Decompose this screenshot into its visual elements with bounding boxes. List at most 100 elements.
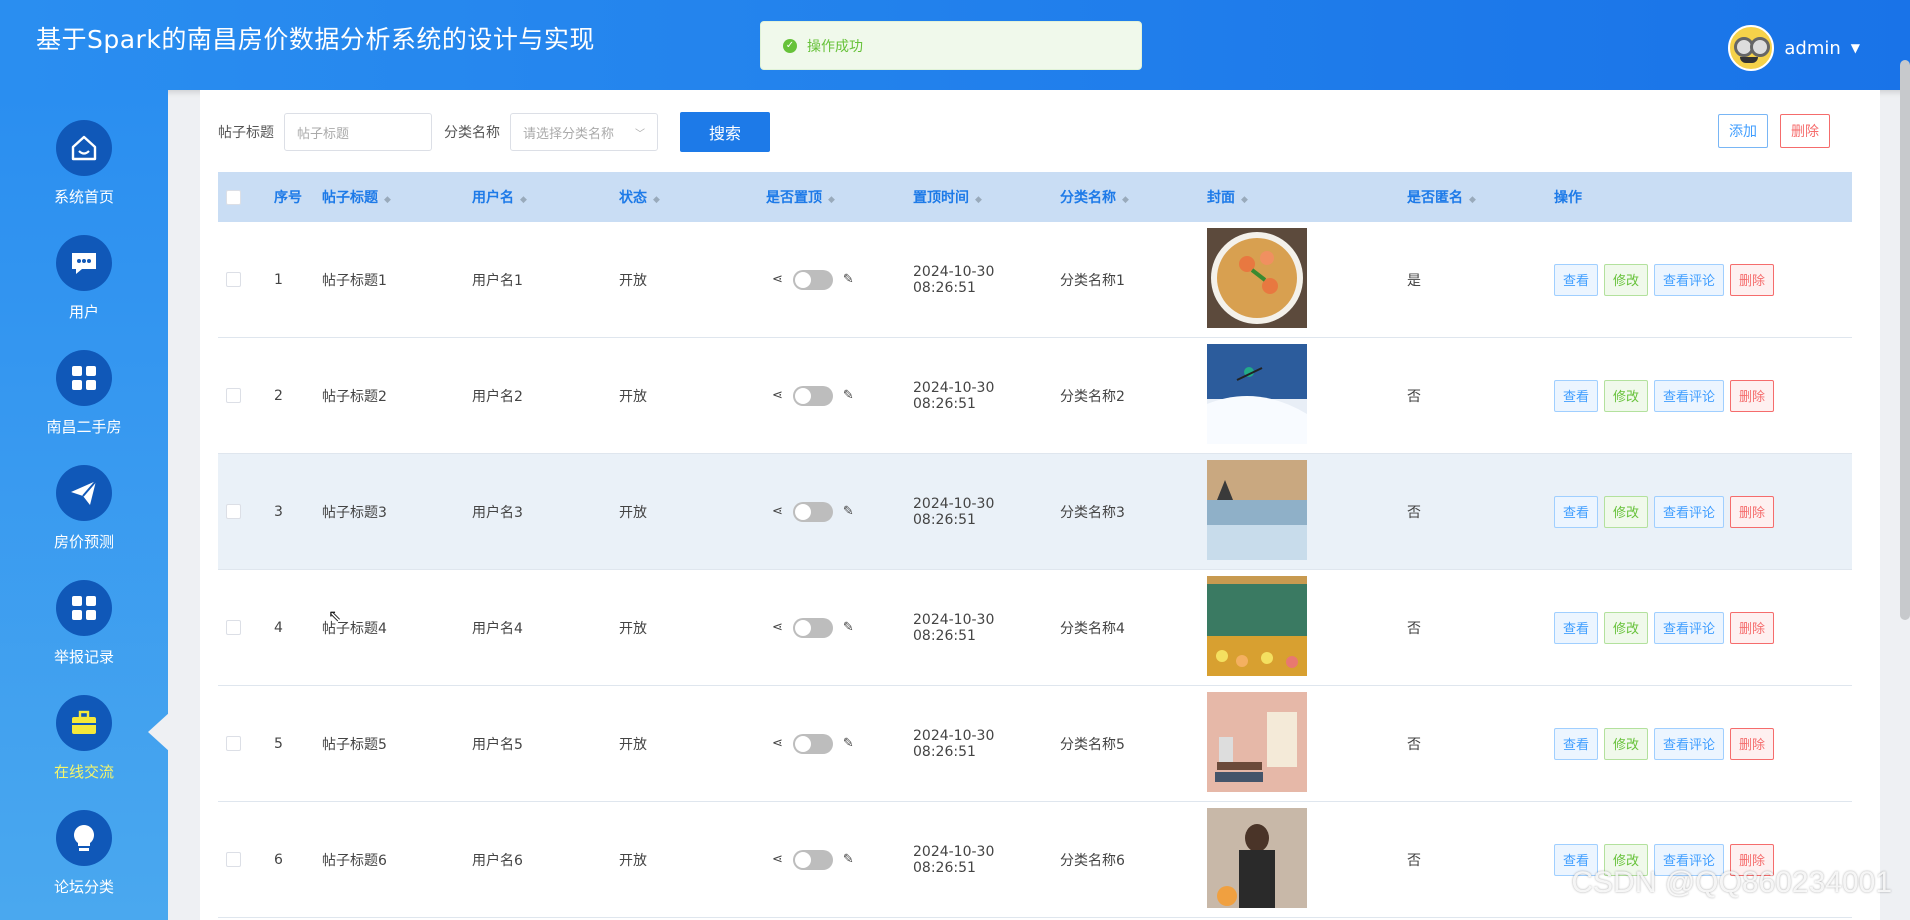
share-icon[interactable]: ⋖ [772,272,783,287]
edit-pencil-icon[interactable]: ✎ [843,620,854,635]
sidebar-item-label: 系统首页 [53,188,114,206]
avatar[interactable] [1728,25,1775,71]
edit-pencil-icon[interactable]: ✎ [843,388,854,403]
view-comments-button[interactable]: 查看评论 [1654,727,1725,760]
view-button[interactable]: 查看 [1554,263,1599,296]
row-checkbox[interactable] [226,504,241,519]
row-anonymous: 否 [1407,620,1421,637]
toast-message: 操作成功 [807,38,863,55]
csdn-watermark: CSDN @QQ860234001 [1571,866,1892,899]
table-actions: 添加 删除 [1718,114,1830,148]
page-scrollbar[interactable] [1900,60,1910,620]
edit-pencil-icon[interactable]: ✎ [843,272,854,287]
sidebar-item-home[interactable]: 系统首页 [0,120,168,230]
table-row: 1 帖子标题1 用户名1 开放 ⋖ ✎ 2024-10-30 08:26:51 分类名称1 是 查… [218,222,1852,338]
header-pin-time[interactable]: 置顶时间 ◆ [913,187,1060,207]
title-search-input[interactable]: 帖子标题 [284,113,432,151]
row-category: 分类名称5 [1060,736,1125,753]
header-user[interactable]: 用户名 ◆ [472,187,619,207]
row-checkbox[interactable] [226,620,241,635]
share-icon[interactable]: ⋖ [772,852,783,867]
view-button[interactable]: 查看 [1554,495,1599,528]
edit-button[interactable]: 修改 [1604,263,1649,296]
view-button[interactable]: 查看 [1554,611,1599,644]
view-button[interactable]: 查看 [1554,727,1599,760]
cover-image[interactable] [1207,459,1307,560]
category-select[interactable]: 请选择分类名称 ﹀ [510,113,658,151]
add-button[interactable]: 添加 [1718,114,1768,148]
grid-icon [56,580,112,636]
delete-button[interactable]: 删除 [1730,611,1775,644]
row-status: 开放 [619,504,647,521]
chat-icon [56,235,112,291]
header-cover[interactable]: 封面 ◆ [1207,187,1407,207]
sidebar: 系统首页 用户 南昌二手房 房价预测 举报记录 在线交流 论坛分类 [0,90,168,920]
row-pin-time: 2024-10-30 08:26:51 [913,611,995,644]
header-anonymous[interactable]: 是否匿名 ◆ [1407,187,1554,207]
view-comments-button[interactable]: 查看评论 [1654,263,1725,296]
batch-delete-button[interactable]: 删除 [1780,114,1830,148]
edit-pencil-icon[interactable]: ✎ [843,736,854,751]
user-name[interactable]: admin [1784,38,1840,59]
edit-button[interactable]: 修改 [1604,495,1649,528]
home-icon [56,120,112,176]
view-comments-button[interactable]: 查看评论 [1654,379,1725,412]
sidebar-item-houses[interactable]: 南昌二手房 [0,350,168,460]
cover-image[interactable] [1207,575,1307,676]
row-checkbox[interactable] [226,388,241,403]
sidebar-item-users[interactable]: 用户 [0,235,168,345]
cover-image[interactable] [1207,807,1307,908]
sidebar-item-prediction[interactable]: 房价预测 [0,465,168,575]
row-checkbox[interactable] [226,852,241,867]
pinned-toggle[interactable] [792,501,833,522]
pinned-toggle[interactable] [792,269,833,290]
edit-button[interactable]: 修改 [1604,379,1649,412]
pinned-toggle[interactable] [792,733,833,754]
row-checkbox[interactable] [226,272,241,287]
cover-image[interactable] [1207,691,1307,792]
success-toast: ✓ 操作成功 [760,21,1142,70]
header-index: 序号 [274,190,302,206]
delete-button[interactable]: 删除 [1730,263,1775,296]
pinned-toggle[interactable] [792,617,833,638]
chevron-down-icon[interactable]: ▼ [1851,41,1860,55]
app-title: 基于Spark的南昌房价数据分析系统的设计与实现 [36,25,595,54]
row-status: 开放 [619,736,647,753]
user-menu[interactable]: admin ▼ [1728,25,1860,71]
pinned-toggle[interactable] [792,849,833,870]
delete-button[interactable]: 删除 [1730,495,1775,528]
delete-button[interactable]: 删除 [1730,379,1775,412]
bulb-icon [56,810,112,866]
row-pin-time: 2024-10-30 08:26:51 [913,379,995,412]
row-category: 分类名称1 [1060,272,1125,289]
active-indicator [148,712,170,752]
share-icon[interactable]: ⋖ [772,620,783,635]
sidebar-item-reports[interactable]: 举报记录 [0,580,168,690]
view-comments-button[interactable]: 查看评论 [1654,611,1725,644]
view-comments-button[interactable]: 查看评论 [1654,495,1725,528]
select-all-checkbox[interactable] [226,189,241,205]
edit-pencil-icon[interactable]: ✎ [843,504,854,519]
share-icon[interactable]: ⋖ [772,736,783,751]
cover-image[interactable] [1207,343,1307,444]
header-title[interactable]: 帖子标题 ◆ [322,187,472,207]
header-category[interactable]: 分类名称 ◆ [1060,187,1207,207]
cover-image[interactable] [1207,227,1307,328]
delete-button[interactable]: 删除 [1730,727,1775,760]
header-status[interactable]: 状态 ◆ [619,187,766,207]
sidebar-item-forum[interactable]: 在线交流 [0,695,168,805]
share-icon[interactable]: ⋖ [772,388,783,403]
row-category: 分类名称4 [1060,620,1125,637]
row-title: 帖子标题2 [322,388,387,405]
sidebar-item-forum-category[interactable]: 论坛分类 [0,810,168,920]
row-checkbox[interactable] [226,736,241,751]
edit-button[interactable]: 修改 [1604,727,1649,760]
share-icon[interactable]: ⋖ [772,504,783,519]
search-button[interactable]: 搜索 [680,112,770,152]
row-user: 用户名6 [472,852,523,869]
pinned-toggle[interactable] [792,385,833,406]
edit-button[interactable]: 修改 [1604,611,1649,644]
header-pinned[interactable]: 是否置顶 ◆ [766,187,913,207]
edit-pencil-icon[interactable]: ✎ [843,852,854,867]
view-button[interactable]: 查看 [1554,379,1599,412]
